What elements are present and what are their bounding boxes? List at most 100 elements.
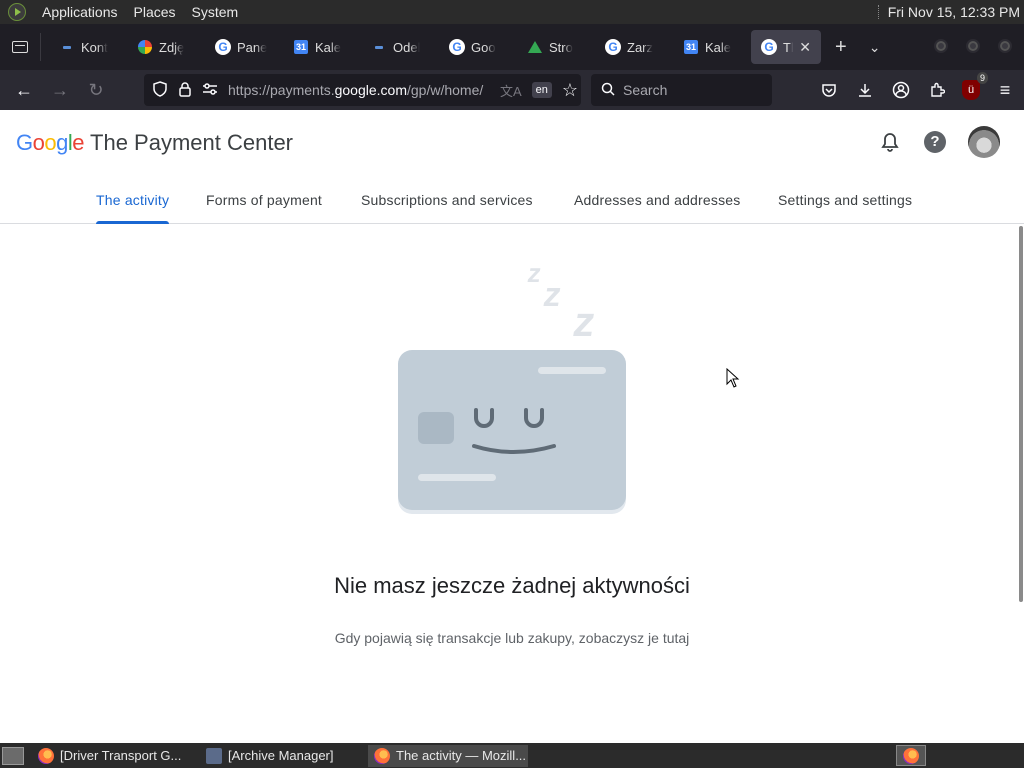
browser-tab[interactable]: G Goo — [439, 30, 517, 64]
hamburger-menu-icon[interactable]: ≡ — [994, 79, 1016, 101]
tab-label: Goo — [471, 39, 496, 55]
permissions-icon[interactable] — [202, 82, 218, 99]
account-icon[interactable] — [890, 79, 912, 101]
credit-card-icon — [398, 350, 626, 510]
taskbar-item[interactable]: [Driver Transport G... — [32, 745, 192, 767]
url-prefix: https://payments. — [228, 82, 335, 98]
shield-icon[interactable] — [152, 80, 168, 100]
tab-addresses[interactable]: Addresses and addresses — [574, 176, 740, 224]
page-scrollbar[interactable] — [1019, 226, 1023, 602]
nav-toolbar: ← → ↻ https://payments.google.com/gp/w/h… — [0, 70, 1024, 110]
browser-tab[interactable]: Kont — [49, 30, 127, 64]
browser-tab[interactable]: Stro — [517, 30, 595, 64]
ublock-count-badge: 9 — [976, 72, 988, 84]
distro-logo-icon[interactable] — [8, 3, 26, 21]
language-badge[interactable]: en — [531, 82, 552, 98]
forward-arrow-icon: → — [51, 79, 69, 100]
browser-tab[interactable]: G Pane — [205, 30, 283, 64]
browser-tab[interactable]: 31 Kale — [673, 30, 751, 64]
bookmark-star-icon[interactable]: ☆ — [562, 80, 578, 101]
page-tabs: The activity Forms of payment Subscripti… — [0, 176, 1024, 224]
tab-label: Kale — [315, 39, 342, 55]
tab-activity[interactable]: The activity — [96, 176, 170, 224]
browser-tab-active[interactable]: G Th ✕ — [751, 30, 821, 64]
empty-state-subtitle: Gdy pojawią się transakcje lub zakupy, z… — [334, 630, 690, 646]
url-suffix: /gp/w/home/ — [407, 82, 484, 98]
avatar[interactable] — [968, 126, 1000, 158]
tab-actions: + ⌄ — [835, 36, 880, 59]
archive-manager-icon — [206, 747, 222, 764]
reload-button[interactable]: ↻ — [78, 74, 114, 106]
google-icon: G — [605, 39, 621, 55]
lock-icon[interactable] — [178, 81, 192, 100]
new-tab-icon[interactable]: + — [835, 36, 847, 59]
tab-label: Kale — [705, 39, 732, 55]
extensions-puzzle-icon[interactable] — [926, 79, 948, 101]
pocket-icon[interactable] — [818, 79, 840, 101]
tab-separator — [40, 33, 41, 61]
search-placeholder: Search — [623, 82, 668, 98]
calendar-icon: 31 — [294, 40, 308, 54]
translate-icon[interactable]: 文A — [500, 81, 522, 100]
panel-menu: Applications Places System — [0, 3, 238, 21]
search-icon — [601, 82, 615, 99]
list-all-tabs-chevron-icon[interactable]: ⌄ — [869, 39, 881, 56]
product-name: The Payment Center — [90, 130, 293, 155]
tab-forms-of-payment[interactable]: Forms of payment — [206, 176, 322, 224]
maximize-window-button[interactable] — [966, 39, 980, 53]
window-controls — [934, 39, 1012, 53]
minimize-window-button[interactable] — [934, 39, 948, 53]
panel-separator — [877, 5, 880, 19]
help-icon[interactable]: ? — [924, 131, 946, 153]
notifications-bell-icon[interactable] — [878, 130, 902, 154]
close-tab-icon[interactable]: ✕ — [799, 39, 811, 56]
browser-tab[interactable]: 31 Kale — [283, 30, 361, 64]
url-bar[interactable]: https://payments.google.com/gp/w/home/ 文… — [144, 74, 581, 106]
ublock-origin-icon[interactable]: ü9 — [962, 72, 988, 100]
firefox-icon — [374, 747, 390, 764]
url-text[interactable]: https://payments.google.com/gp/w/home/ — [228, 82, 490, 98]
sleeping-card-illustration: z z z — [398, 258, 628, 513]
places-menu[interactable]: Places — [134, 4, 176, 20]
bottom-taskbar: [Driver Transport G... [Archive Manager]… — [0, 743, 1024, 768]
forward-button[interactable]: → — [42, 74, 78, 106]
show-desktop-button[interactable] — [2, 746, 24, 765]
zzz-small-glyph: z — [525, 258, 544, 288]
clock[interactable]: Fri Nov 15, 12:33 PM — [888, 4, 1020, 20]
system-menu[interactable]: System — [192, 4, 239, 20]
close-window-button[interactable] — [998, 39, 1012, 53]
taskbar-item-active[interactable]: The activity — Mozill... — [368, 744, 528, 767]
toolbar-right: ü9 ≡ — [818, 72, 1016, 106]
tab-label: Pane — [237, 39, 268, 55]
zzz-medium-glyph: z — [540, 276, 565, 314]
tab-subscriptions-and-services[interactable]: Subscriptions and services — [361, 176, 533, 224]
browser-tab[interactable]: G Zarz — [595, 30, 673, 64]
google-icon: G — [449, 39, 465, 55]
browser-tab[interactable]: Zdję — [127, 30, 205, 64]
sleeping-face-icon — [472, 408, 556, 454]
workspace-switcher[interactable] — [896, 745, 926, 766]
back-button[interactable]: ← — [6, 74, 42, 106]
calendar-icon: 31 — [684, 40, 698, 54]
back-arrow-icon: ← — [15, 79, 33, 100]
card-chip-icon — [418, 412, 454, 444]
tab-label: Zdję — [159, 39, 185, 55]
google-logo[interactable]: Google — [16, 130, 85, 156]
tab-label: Stro — [549, 39, 573, 55]
page-header: Google The Payment Center ? — [0, 110, 1024, 176]
tab-settings[interactable]: Settings and settings — [778, 176, 912, 224]
firefox-icon — [903, 747, 919, 764]
search-bar[interactable]: Search — [591, 74, 772, 106]
taskbar-item-label: [Archive Manager] — [228, 748, 334, 763]
taskbar-item[interactable]: [Archive Manager] — [200, 745, 360, 767]
tab-overview-button[interactable] — [0, 24, 40, 70]
google-icon: G — [761, 39, 777, 55]
applications-menu[interactable]: Applications — [42, 4, 118, 20]
tab-overview-icon — [12, 41, 28, 53]
taskbar-item-label: [Driver Transport G... — [60, 748, 182, 763]
downloads-icon[interactable] — [854, 79, 876, 101]
tab-label: Th — [783, 39, 793, 55]
firefox-icon — [38, 747, 54, 764]
payment-center-page: Google The Payment Center ? The activity… — [0, 110, 1024, 743]
browser-tab[interactable]: Odel — [361, 30, 439, 64]
